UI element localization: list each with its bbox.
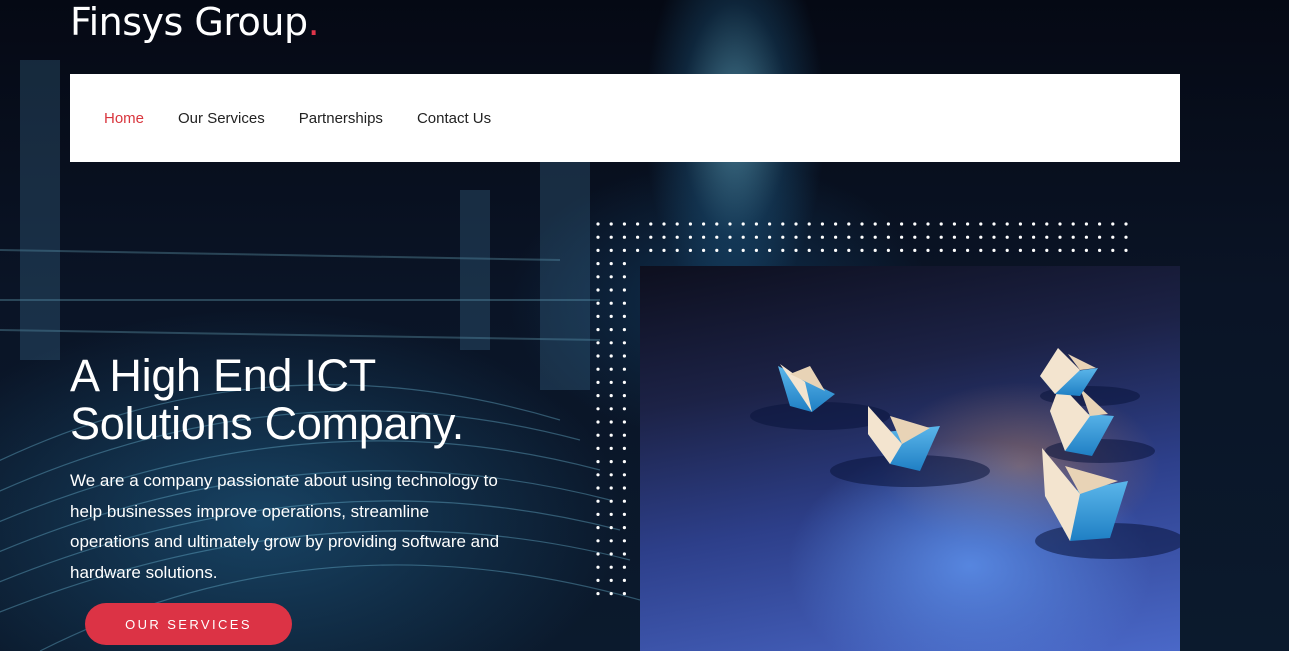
hero-title-line1: A High End ICT	[70, 350, 376, 401]
brand-name: Finsys Group	[70, 0, 308, 44]
paper-boats-illustration	[750, 348, 1180, 559]
nav-contact-us[interactable]: Contact Us	[417, 110, 491, 127]
brand-logo[interactable]: Finsys Group.	[70, 0, 320, 44]
nav-our-services[interactable]: Our Services	[178, 110, 265, 127]
hero-title-line2: Solutions Company.	[70, 398, 464, 449]
brand-dot: .	[307, 0, 320, 44]
nav-home[interactable]: Home	[104, 110, 144, 127]
nav-partnerships[interactable]: Partnerships	[299, 110, 383, 127]
our-services-button[interactable]: OUR SERVICES	[85, 603, 292, 645]
paper-boats-photo	[640, 266, 1180, 651]
main-nav: Home Our Services Partnerships Contact U…	[70, 74, 1180, 162]
hero-title: A High End ICT Solutions Company.	[70, 352, 464, 448]
hero-description: We are a company passionate about using …	[70, 471, 500, 582]
